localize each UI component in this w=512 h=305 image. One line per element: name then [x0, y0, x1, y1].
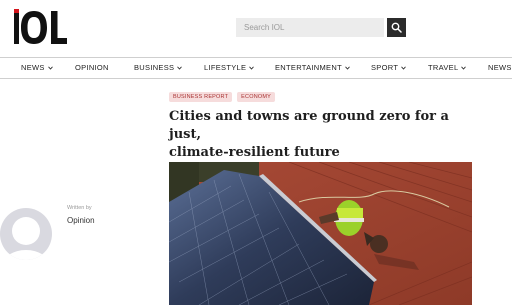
author-name[interactable]: Opinion [67, 216, 95, 225]
nav-item-label: TRAVEL [428, 63, 459, 72]
nav-item-opinion[interactable]: OPINION [75, 58, 109, 78]
nav-item-sport[interactable]: SPORT [371, 58, 406, 78]
main-nav: NEWS OPINION BUSINESS LIFESTYLE ENTERTAI… [0, 57, 512, 79]
search-input[interactable] [236, 18, 384, 37]
chevron-down-icon [461, 66, 467, 70]
hero-image[interactable] [169, 162, 472, 305]
nav-item-travel[interactable]: TRAVEL [428, 58, 467, 78]
nav-item-business[interactable]: BUSINESS [134, 58, 183, 78]
chevron-down-icon [345, 66, 350, 70]
tag-business-report[interactable]: BUSINESS REPORT [169, 92, 233, 102]
chevron-down-icon [47, 66, 53, 70]
nav-item-lifestyle[interactable]: LIFESTYLE [204, 58, 255, 78]
article-tags: BUSINESS REPORT ECONOMY [169, 92, 275, 102]
nav-item-label: NEWS [488, 63, 512, 72]
headline-line-1: Cities and towns are ground zero for a j… [169, 109, 449, 142]
iol-logo[interactable] [14, 9, 68, 47]
site-header [0, 0, 512, 57]
chevron-down-icon [177, 66, 183, 70]
nav-item-entertainment[interactable]: ENTERTAINMENT [275, 58, 350, 78]
nav-item-label: NEWS [21, 63, 45, 72]
nav-item-label: SPORT [371, 63, 399, 72]
chevron-down-icon [249, 66, 255, 70]
headline-line-2: climate-resilient future [169, 145, 340, 160]
search-icon [391, 22, 402, 33]
nav-item-label: BUSINESS [134, 63, 175, 72]
chevron-down-icon [401, 66, 406, 70]
nav-item-news-2[interactable]: NEWS [488, 58, 512, 78]
nav-item-news[interactable]: NEWS [21, 58, 53, 78]
avatar[interactable] [0, 208, 52, 260]
nav-item-label: LIFESTYLE [204, 63, 247, 72]
tag-economy[interactable]: ECONOMY [237, 92, 275, 102]
article-headline: Cities and towns are ground zero for a j… [169, 108, 469, 162]
written-by-label: Written by [67, 205, 92, 211]
search-bar [236, 18, 406, 37]
author-block: Written by Opinion [0, 200, 160, 280]
nav-item-label: OPINION [75, 63, 109, 72]
search-button[interactable] [387, 18, 406, 37]
nav-item-label: ENTERTAINMENT [275, 63, 342, 72]
